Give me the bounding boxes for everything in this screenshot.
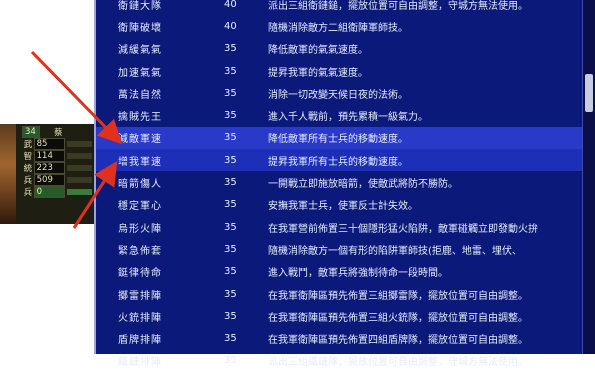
strategy-description: 在我軍衛陣區預先佈置四組盾牌隊，擺放位置可自由調整。	[268, 335, 528, 347]
strategy-cost: 35	[224, 310, 237, 322]
table-row[interactable]: 緊急佈套 35 隨機消除敵方一個有形的陷阱軍師技(拒鹿、地雷、埋伏、	[96, 238, 583, 260]
strategy-cost: 35	[224, 199, 237, 211]
strategy-description: 派出三組鐵鏈隊，擺放位置可自由調整，守城方無法使用。	[268, 357, 528, 369]
table-row[interactable]: 鐵鏈排陣 35 派出三組鐵鏈隊，擺放位置可自由調整，守城方無法使用。	[96, 350, 583, 372]
strategy-description: 降低敵軍的氣氣速度。	[268, 45, 368, 57]
strategy-name: 鐵鏈排陣	[118, 357, 162, 369]
table-row[interactable]: 萬法自然 35 消除一切改變天候日夜的法術。	[96, 82, 583, 104]
table-row[interactable]: 鋌律待命 35 進入戰鬥，敵軍兵將強制待命一段時間。	[96, 261, 583, 283]
scroll-thumb[interactable]	[585, 74, 593, 112]
strategy-description: 在我軍衛陣區預先佈置三組擲雷隊，擺放位置可自由調整。	[268, 290, 528, 302]
strategy-description: 消除一切改變天候日夜的法術。	[268, 89, 408, 101]
strategy-cost: 35	[224, 132, 237, 144]
strategy-cost: 35	[224, 110, 237, 122]
strategy-cost: 35	[224, 65, 237, 77]
scrollbar[interactable]	[582, 0, 595, 354]
strategy-description: 提昇我軍所有士兵的移動速度。	[268, 156, 408, 168]
strategy-cost: 35	[224, 221, 237, 233]
table-row[interactable]: 盾牌排陣 35 在我軍衛陣區預先佈置四組盾牌隊，擺放位置可自由調整。	[96, 328, 583, 350]
strategy-cost: 35	[224, 243, 237, 255]
table-row[interactable]: 減敵軍速 35 降低敵軍所有士兵的移動速度。	[96, 126, 583, 150]
arrow-down-right	[30, 50, 123, 145]
strategy-description: 在我軍衛陣區預先佈置三組火銃隊，擺放位置可自由調整。	[268, 312, 528, 324]
strategy-description: 進入千人戰前，預先累積一級氣力。	[268, 112, 428, 124]
table-row[interactable]: 火銃排陣 35 在我軍衛陣區預先佈置三組火銃隊，擺放位置可自由調整。	[96, 305, 583, 327]
strategy-cost: 35	[224, 43, 237, 55]
strategy-cost: 35	[224, 333, 237, 345]
strategy-description: 安撫我軍士兵，使軍反士計失效。	[268, 201, 418, 213]
strategy-cost: 35	[224, 288, 237, 300]
strategy-description: 派出三組衛鏈鎚，擺放位置可自由調整，守城方無法使用。	[268, 0, 528, 12]
table-row[interactable]: 暗箭傷人 35 一開戰立即施放暗箭，使敵武將防不勝防。	[96, 171, 583, 193]
strategy-description: 提昇我軍的氣氣速度。	[268, 67, 368, 79]
strategy-cost: 40	[224, 20, 237, 32]
strategy-table: 衛鏈大隊 40 派出三組衛鏈鎚，擺放位置可自由調整，守城方無法使用。 衛陣破壞 40 隨機…	[94, 0, 595, 368]
strategy-description: 隨機消除敵方二組衛陣軍師技。	[268, 22, 408, 34]
strategy-description: 隨機消除敵方一個有形的陷阱軍師技(拒鹿、地雷、埋伏、	[268, 245, 522, 257]
table-row[interactable]: 衛陣破壞 40 隨機消除敵方二組衛陣軍師技。	[96, 15, 583, 37]
table-row[interactable]: 烏形火陣 35 在我軍營前佈置三十個隱形猛火陷阱，敵軍碰觸立即發動火拚	[96, 216, 583, 238]
table-row[interactable]: 減緩氣氣 35 降低敵軍的氣氣速度。	[96, 38, 583, 60]
strategy-cost: 35	[224, 266, 237, 278]
annotation-arrows	[30, 50, 123, 229]
table-row[interactable]: 增我軍速 35 提昇我軍所有士兵的移動速度。	[96, 149, 583, 172]
strategy-cost: 35	[224, 355, 237, 367]
table-row[interactable]: 擲雷排陣 35 在我軍衛陣區預先佈置三組擲雷隊，擺放位置可自由調整。	[96, 283, 583, 305]
strategy-description: 降低敵軍所有士兵的移動速度。	[268, 134, 408, 146]
table-row[interactable]: 擒賊先王 35 進入千人戰前，預先累積一級氣力。	[96, 105, 583, 127]
arrow-up-right	[72, 160, 118, 229]
strategy-cost: 35	[224, 154, 237, 166]
strategy-cost: 40	[224, 0, 237, 10]
strategy-description: 在我軍營前佈置三十個隱形猛火陷阱，敵軍碰觸立即發動火拚	[268, 223, 538, 235]
table-row[interactable]: 衛鏈大隊 40 派出三組衛鏈鎚，擺放位置可自由調整，守城方無法使用。	[96, 0, 583, 15]
strategy-description: 進入戰鬥，敵軍兵將強制待命一段時間。	[268, 268, 448, 280]
strategy-cost: 35	[224, 87, 237, 99]
strategy-cost: 35	[224, 177, 237, 189]
strategy-description: 一開戰立即施放暗箭，使敵武將防不勝防。	[268, 179, 458, 191]
table-row[interactable]: 加速氣氣 35 提昇我軍的氣氣速度。	[96, 60, 583, 82]
table-row[interactable]: 穩定軍心 35 安撫我軍士兵，使軍反士計失效。	[96, 194, 583, 216]
